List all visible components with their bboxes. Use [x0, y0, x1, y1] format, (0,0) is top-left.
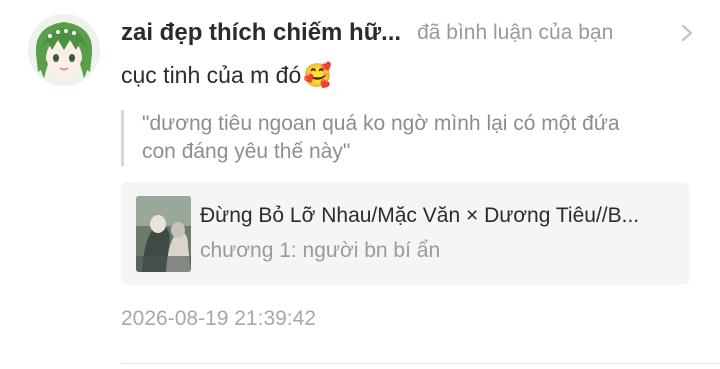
quoted-comment-line: con đáng yêu thế này": [142, 140, 351, 163]
comment-text: cục tinh của m đó 🥰: [121, 62, 332, 89]
comment-body: cục tinh của m đó: [121, 62, 302, 88]
action-text: đã bình luận của bạn: [417, 21, 614, 44]
story-chapter: chương 1: người bn bí ẩn: [200, 239, 441, 262]
user-avatar[interactable]: [28, 14, 100, 86]
story-card[interactable]: Đừng Bỏ Lỡ Nhau/Mặc Văn × Dương Tiêu//B.…: [121, 182, 690, 285]
avatar-image: [28, 14, 100, 86]
chevron-right-icon[interactable]: [674, 20, 700, 46]
quoted-comment-line: "dương tiêu ngoan quá ko ngờ mình lại có…: [142, 112, 620, 135]
smiling-hearts-emoji: 🥰: [303, 62, 332, 88]
timestamp: 2026-08-19 21:39:42: [121, 307, 316, 330]
notification-header: zai đẹp thích chiếm hữ... đã bình luận c…: [121, 16, 700, 50]
quoted-comment[interactable]: "dương tiêu ngoan quá ko ngờ mình lại có…: [121, 110, 681, 166]
story-cover-image: [136, 196, 191, 272]
story-title: Đừng Bỏ Lỡ Nhau/Mặc Văn × Dương Tiêu//B.…: [200, 204, 640, 227]
username[interactable]: zai đẹp thích chiếm hữ...: [121, 19, 401, 47]
divider: [121, 363, 720, 364]
